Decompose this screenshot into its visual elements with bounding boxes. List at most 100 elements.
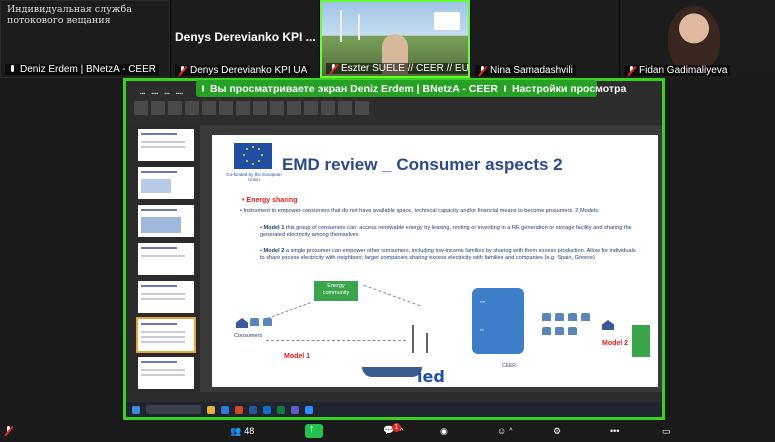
slide-thumbnail[interactable] — [138, 129, 194, 161]
smiley-icon: ☺ — [497, 426, 507, 436]
model1-bullet: • Model 1 this group of consumers can: a… — [260, 225, 632, 239]
ribbon-button[interactable] — [355, 101, 369, 115]
folder-icon[interactable] — [207, 405, 215, 414]
ribbon-button[interactable] — [185, 101, 199, 115]
current-slide: Co-funded by the European Union EMD revi… — [212, 135, 658, 387]
participant-name-text: Denys Derevianko KPI UA — [190, 65, 308, 76]
house-icons — [542, 327, 577, 335]
edge-icon[interactable] — [221, 405, 229, 414]
slide-title: EMD review _ Consumer aspects 2 — [282, 155, 563, 174]
arrow-line — [363, 284, 421, 307]
windows-start-icon[interactable] — [132, 405, 140, 414]
ribbon-tools — [134, 99, 654, 121]
model1-text: this group of consumers can: access rene… — [260, 225, 632, 239]
ceer-logo: CEER — [502, 363, 516, 369]
shared-screen[interactable]: ▪▪▪ ▪▪▪▪ ▪▪▪ ▪▪▪▪ Co-funded by the Europ… — [123, 78, 665, 420]
meeting-toolbar: 👥 48 💬1 ^ ◉ ☺ ^ ⚙ ••• ▭ — [0, 420, 775, 442]
record-button[interactable]: ◉ — [440, 423, 448, 439]
participant-name-text: Eszter SUELE // CEER // EU4Ene... — [341, 63, 469, 74]
model2-bullet: • Model 2 a single prosumer can empower … — [260, 248, 636, 262]
ribbon-button[interactable] — [270, 101, 284, 115]
ribbon-button[interactable] — [134, 101, 148, 115]
slide-thumbnail[interactable] — [138, 281, 194, 313]
share-status-icon — [202, 85, 204, 92]
ribbon-button[interactable] — [253, 101, 267, 115]
ribbon-tab[interactable]: ▪▪▪▪ — [151, 91, 158, 97]
participant-name-text: Nina Samadashvili — [490, 65, 573, 76]
ribbon-tab[interactable]: ▪▪▪▪ — [176, 91, 183, 97]
reactions-button[interactable]: ☺ ^ — [497, 423, 513, 439]
participant-name: Eszter SUELE // CEER // EU4Ene... — [326, 63, 469, 74]
participants-button[interactable]: 👥 48 — [230, 423, 254, 439]
bullet-heading: • Energy sharing — [242, 197, 298, 204]
ribbon-button[interactable] — [151, 101, 165, 115]
view-options-button[interactable]: Настройки просмотра — [512, 83, 626, 95]
participant-name: Denys Derevianko KPI UA — [175, 65, 311, 76]
share-screen-button[interactable] — [305, 423, 323, 439]
arrow-line — [266, 340, 406, 341]
powerpoint-status-bar — [126, 392, 662, 402]
slide-thumbnail[interactable] — [138, 243, 194, 275]
mic-muted-icon — [4, 426, 13, 436]
teams-icon[interactable] — [291, 405, 299, 414]
slide-thumbnail[interactable] — [138, 205, 194, 237]
ribbon-button[interactable] — [202, 101, 216, 115]
house-icons — [542, 313, 590, 321]
participant-video — [668, 6, 720, 70]
gear-icon: ⚙ — [553, 425, 562, 436]
record-icon: ◉ — [440, 425, 448, 436]
excel-icon[interactable] — [277, 405, 285, 414]
ribbon-button[interactable] — [304, 101, 318, 115]
apps-button[interactable]: ⚙ — [553, 423, 561, 439]
arrow-line — [267, 302, 311, 319]
diagram-model2-label: Model 2 — [602, 340, 629, 347]
ribbon-button[interactable] — [321, 101, 335, 115]
recording-dot-icon — [503, 85, 506, 92]
more-icon: ••• — [610, 426, 620, 436]
participant-tile-nina[interactable]: Nina Samadashvili — [471, 0, 619, 78]
participant-strip: Индивидуальная служба потокового вещания… — [0, 0, 775, 78]
outlook-icon[interactable] — [263, 405, 271, 414]
chevron-up-icon[interactable]: ^ — [509, 428, 512, 435]
word-icon[interactable] — [249, 405, 257, 414]
participant-tile-denys[interactable]: Denys Derevianko KPI ... Denys Dereviank… — [171, 0, 319, 78]
participant-name-text: Fidan Gadimaliyeva — [639, 65, 728, 76]
chat-button[interactable]: 💬 1 ^ — [383, 423, 403, 439]
ribbon-button[interactable] — [219, 101, 233, 115]
more-button[interactable]: ••• — [610, 423, 619, 439]
participant-tile-deniz[interactable]: Индивидуальная служба потокового вещания… — [0, 0, 170, 78]
pylon-icon — [426, 333, 428, 353]
mic-muted-icon — [478, 65, 487, 76]
chat-badge: 1 — [392, 423, 401, 432]
intro-text-body: Instrument to empower consumers that do … — [243, 208, 600, 214]
mic-on-icon — [8, 64, 17, 75]
ribbon-button[interactable] — [338, 101, 352, 115]
ribbon-button[interactable] — [168, 101, 182, 115]
participants-count: 48 — [244, 426, 255, 436]
diagram-model1-label: Model 1 — [284, 353, 311, 360]
ribbon-button[interactable] — [287, 101, 301, 115]
taskbar-search[interactable] — [146, 405, 201, 414]
energy-community-box: Energy community — [314, 281, 358, 301]
ribbon-tab[interactable]: ▪▪▪ — [164, 91, 169, 97]
ribbon-tab[interactable]: ▪▪▪ — [140, 91, 145, 97]
wind-turbine-icon — [358, 14, 360, 40]
intro-text: • Instrument to empower consumers that d… — [240, 208, 600, 214]
ribbon-button[interactable] — [236, 101, 250, 115]
powerpoint-icon[interactable] — [235, 405, 243, 414]
participant-tile-eszter[interactable]: Eszter SUELE // CEER // EU4Ene... — [320, 0, 470, 78]
model2-label: Model 2 — [263, 248, 285, 254]
slide-thumbnail-selected[interactable] — [136, 317, 196, 353]
slide-thumbnail[interactable] — [138, 167, 194, 199]
participant-name: Deniz Erdem | BNetzA - CEER — [5, 64, 159, 75]
slide-thumbnail[interactable] — [138, 357, 194, 389]
eu-flag-icon — [234, 143, 272, 169]
pylon-icon — [412, 325, 414, 353]
mute-button[interactable] — [4, 423, 13, 439]
participant-tile-fidan[interactable]: Fidan Gadimaliyeva — [620, 0, 775, 78]
zoom-icon[interactable] — [305, 405, 313, 414]
participant-name-text: Deniz Erdem | BNetzA - CEER — [20, 64, 156, 75]
consumers-label: Consumers — [234, 333, 263, 339]
whiteboard-button[interactable]: ▭ — [662, 423, 671, 439]
house-icon — [236, 318, 248, 328]
